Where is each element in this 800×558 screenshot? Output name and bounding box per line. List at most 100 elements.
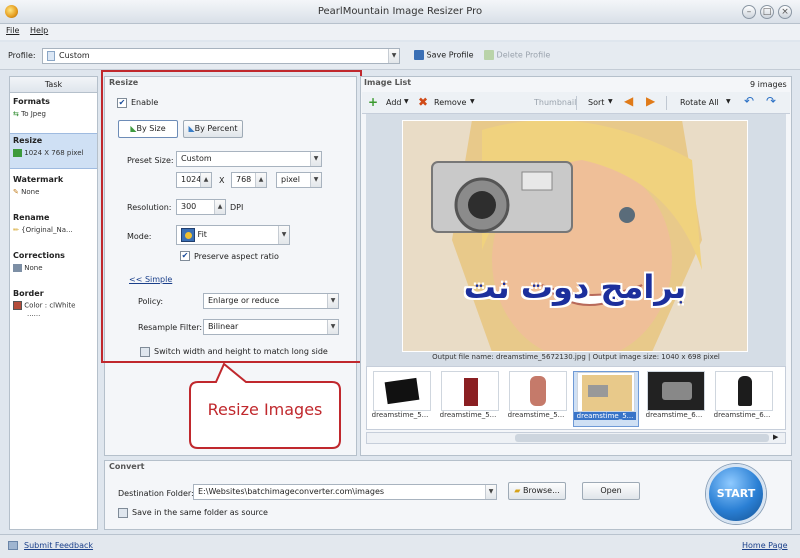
browse-button[interactable]: ▰ Browse...: [508, 482, 566, 500]
thumbnail-item[interactable]: dreamstime_5...: [369, 371, 435, 427]
policy-select[interactable]: Enlarge or reduce ▼: [203, 293, 339, 309]
chevron-down-icon: ▼: [388, 49, 399, 63]
chevron-down-icon: ▼: [327, 294, 338, 308]
image-toolbar: + Add ▼ ✖ Remove ▼ Thumbnail Sort ▼ ◀ ▶ …: [362, 92, 790, 114]
remove-button[interactable]: Remove: [434, 98, 466, 107]
move-right-icon[interactable]: ▶: [646, 94, 655, 108]
save-profile-button[interactable]: Save Profile: [414, 50, 474, 60]
border-icon: [13, 301, 22, 310]
spinner-icon[interactable]: ▲: [255, 173, 266, 187]
thumbnail-item[interactable]: dreamstime_6...: [643, 371, 709, 427]
unit-select[interactable]: pixel ▼: [276, 172, 322, 188]
add-icon: +: [368, 95, 379, 109]
toolbar-divider: [576, 96, 577, 110]
resample-select[interactable]: Bilinear ▼: [203, 319, 339, 335]
task-item-title: Formats: [13, 97, 50, 106]
task-item-border[interactable]: Border Color : clWhite ......: [10, 287, 97, 327]
watermark-icon: ✎: [13, 188, 19, 196]
chevron-down-icon[interactable]: ▼: [726, 98, 731, 105]
start-button[interactable]: START: [706, 464, 766, 524]
image-list-title: Image List: [364, 78, 412, 87]
image-count: 9 images: [750, 80, 787, 89]
menu-file[interactable]: File: [6, 26, 19, 35]
height-input[interactable]: 768 ▲: [231, 172, 267, 188]
window-title: PearlMountain Image Resizer Pro: [317, 6, 483, 17]
thumbnail-item[interactable]: dreamstime_5...: [505, 371, 571, 427]
open-button[interactable]: Open: [582, 482, 640, 500]
task-item-formats[interactable]: Formats ⇆ To Jpeg: [10, 95, 97, 131]
x-label: X: [219, 176, 225, 185]
chevron-down-icon[interactable]: ▼: [404, 98, 409, 105]
convert-title: Convert: [109, 462, 145, 471]
task-item-resize[interactable]: Resize 1024 X 768 pixel: [10, 133, 97, 169]
task-item-title: Watermark: [13, 175, 64, 184]
task-item-value: {Original_Na...: [21, 226, 73, 234]
enable-label: Enable: [131, 98, 159, 107]
remove-icon: ✖: [418, 95, 429, 109]
title-bar: PearlMountain Image Resizer Pro – □ ×: [0, 0, 800, 24]
open-label: Open: [600, 486, 622, 495]
resample-value: Bilinear: [208, 322, 239, 331]
rotate-all-button[interactable]: Rotate All: [680, 98, 719, 107]
resolution-value: 300: [181, 202, 197, 211]
width-input[interactable]: 1024 ▲: [176, 172, 212, 188]
close-button[interactable]: ×: [778, 5, 792, 19]
resolution-input[interactable]: 300 ▲: [176, 199, 226, 215]
by-percent-label: By Percent: [194, 124, 238, 133]
delete-icon: [484, 50, 494, 60]
preset-label: Preset Size:: [127, 156, 174, 165]
chevron-down-icon[interactable]: ▼: [608, 98, 613, 105]
preserve-checkbox[interactable]: ✔: [180, 251, 190, 261]
same-folder-checkbox[interactable]: [118, 508, 128, 518]
by-size-button[interactable]: ◣By Size: [118, 120, 178, 138]
thumbnail-label: dreamstime_5...: [574, 412, 636, 420]
corrections-icon: [13, 264, 22, 272]
pencil-icon: ✏: [13, 226, 19, 234]
move-left-icon[interactable]: ◀: [624, 94, 633, 108]
profile-bar: Profile: Custom ▼ Save Profile Delete Pr…: [0, 42, 800, 70]
task-item-watermark[interactable]: Watermark ✎ None: [10, 173, 97, 209]
scroll-right-icon[interactable]: ▶: [773, 433, 778, 441]
sort-button[interactable]: Sort: [588, 98, 604, 107]
preset-select[interactable]: Custom ▼: [176, 151, 322, 167]
thumbnail-item[interactable]: dreamstime_5...: [437, 371, 503, 427]
task-item-title: Border: [13, 289, 44, 298]
minimize-button[interactable]: –: [742, 5, 756, 19]
policy-label: Policy:: [138, 297, 164, 306]
thumbnail-item-selected[interactable]: dreamstime_5...: [573, 371, 639, 427]
rotate-left-icon[interactable]: ↶: [744, 94, 754, 108]
profile-select[interactable]: Custom ▼: [42, 48, 400, 64]
spinner-icon[interactable]: ▲: [200, 173, 211, 187]
add-button[interactable]: Add: [386, 98, 402, 107]
resize-title: Resize: [109, 78, 139, 87]
by-percent-button[interactable]: ◣By Percent: [183, 120, 243, 138]
task-item-title: Resize: [13, 136, 43, 145]
menu-help[interactable]: Help: [30, 26, 48, 35]
submit-feedback-link[interactable]: Submit Feedback: [24, 541, 93, 550]
chevron-down-icon[interactable]: ▼: [470, 98, 475, 105]
thumbnail-image: [647, 371, 705, 411]
thumbnail-item[interactable]: dreamstime_6...: [711, 371, 777, 427]
folder-icon: ▰: [514, 486, 521, 495]
task-item-value: None: [24, 264, 43, 272]
thumbnail-scrollbar[interactable]: ▶: [366, 432, 786, 444]
scrollbar-thumb[interactable]: [515, 434, 769, 442]
convert-icon: ⇆: [13, 110, 19, 118]
thumbnail-label: dreamstime_5...: [371, 411, 429, 419]
destination-select[interactable]: E:\Websites\batchimageconverter.com\imag…: [193, 484, 497, 500]
enable-checkbox[interactable]: ✔: [117, 98, 127, 108]
same-folder-label: Save in the same folder as source: [132, 508, 268, 517]
rotate-right-icon[interactable]: ↷: [766, 94, 776, 108]
switch-checkbox[interactable]: [140, 347, 150, 357]
width-value: 1024: [181, 175, 202, 184]
maximize-button[interactable]: □: [760, 5, 774, 19]
delete-profile-button[interactable]: Delete Profile: [484, 50, 550, 60]
mode-select[interactable]: Fit ▼: [176, 225, 290, 245]
simple-link[interactable]: << Simple: [129, 275, 172, 284]
thumbnail-button[interactable]: Thumbnail: [534, 98, 576, 107]
save-icon: [414, 50, 424, 60]
spinner-icon[interactable]: ▲: [214, 200, 225, 214]
task-item-corrections[interactable]: Corrections None: [10, 249, 97, 285]
task-item-rename[interactable]: Rename ✏ {Original_Na...: [10, 211, 97, 247]
home-page-link[interactable]: Home Page: [742, 541, 788, 550]
